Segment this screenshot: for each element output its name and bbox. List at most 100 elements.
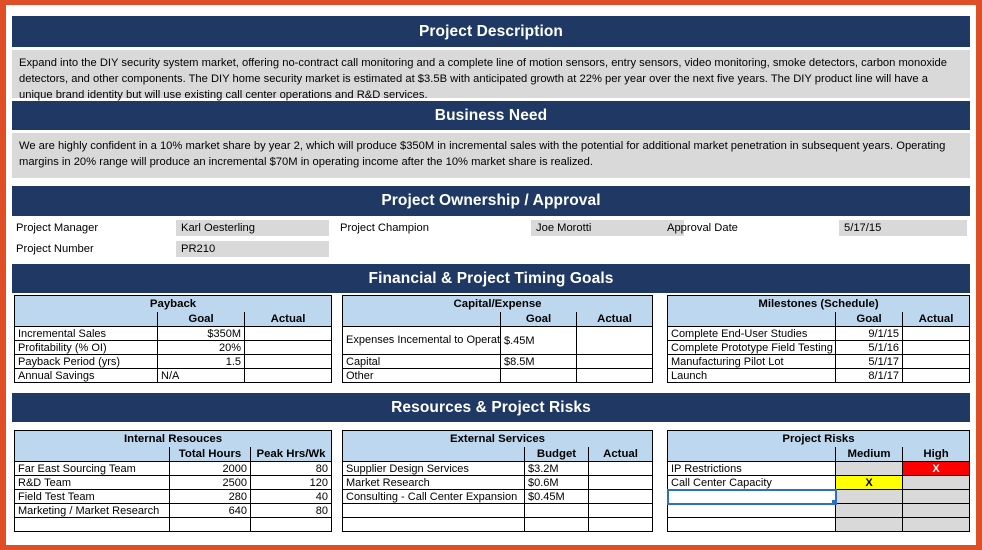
table-row: Far East Sourcing Team 2000 80 — [14, 461, 333, 476]
payback-row-actual[interactable] — [243, 326, 333, 341]
table-row — [14, 517, 333, 532]
table-row: Complete Prototype Field Testing 5/1/16 — [667, 340, 970, 355]
capital-row-label: Expenses Incemental to Operating Budget — [342, 326, 501, 355]
risks-row-medium[interactable] — [835, 503, 903, 518]
external-row-label[interactable] — [342, 503, 525, 518]
field-project-champion[interactable]: Joe Morotti — [531, 220, 684, 236]
table-row — [667, 517, 971, 532]
risks-row-high[interactable] — [901, 475, 971, 490]
capital-row-actual[interactable] — [575, 354, 654, 369]
external-row-budget[interactable]: $0.6M — [524, 475, 589, 490]
table-payback: Payback Goal Actual Incremental Sales $3… — [13, 295, 333, 383]
table-external-services: External Services Budget Actual Supplier… — [342, 430, 653, 532]
table-row: Payback Period (yrs) 1.5 — [14, 354, 333, 369]
payback-row-goal[interactable]: $350M — [157, 326, 245, 341]
payback-row-label: Annual Savings — [14, 368, 158, 383]
external-row-actual[interactable] — [588, 503, 653, 518]
field-project-manager[interactable]: Karl Oesterling — [176, 220, 329, 236]
milestones-row-goal[interactable]: 9/1/15 — [835, 326, 903, 341]
internal-row-total[interactable]: 2000 — [169, 461, 251, 476]
external-row-budget[interactable]: $0.45M — [524, 489, 589, 504]
payback-row-goal[interactable]: 20% — [157, 340, 245, 355]
milestones-row-goal[interactable]: 8/1/17 — [835, 368, 903, 383]
milestones-row-actual[interactable] — [902, 368, 970, 383]
capital-row-goal[interactable]: $8.5M — [500, 354, 577, 369]
milestones-row-label: Complete Prototype Field Testing — [667, 340, 836, 355]
table-row: Other — [342, 368, 654, 383]
table-row: Annual Savings N/A — [14, 368, 333, 383]
payback-row-goal[interactable]: 1.5 — [157, 354, 245, 369]
capital-row-goal[interactable] — [500, 368, 577, 383]
risks-row-medium[interactable] — [835, 517, 903, 532]
payback-row-actual[interactable] — [243, 368, 333, 383]
table-internal-resources-header-row: Total Hours Peak Hrs/Wk — [14, 446, 333, 462]
internal-row-label: Field Test Team — [14, 489, 170, 504]
capital-row-actual[interactable] — [575, 326, 654, 355]
milestones-row-actual[interactable] — [902, 354, 970, 369]
internal-row-total[interactable]: 2500 — [169, 475, 251, 490]
internal-row-label[interactable] — [14, 517, 170, 532]
payback-row-goal[interactable]: N/A — [157, 368, 245, 383]
external-row-label[interactable] — [342, 517, 525, 532]
payback-row-actual[interactable] — [243, 340, 333, 355]
risks-row-high[interactable] — [901, 489, 971, 504]
internal-row-peak[interactable]: 120 — [249, 475, 333, 490]
internal-row-total[interactable] — [169, 517, 251, 532]
table-row: Capital $8.5M — [342, 354, 654, 369]
external-row-budget[interactable]: $3.2M — [524, 461, 589, 476]
internal-row-total[interactable]: 280 — [169, 489, 251, 504]
internal-row-peak[interactable]: 40 — [249, 489, 333, 504]
milestones-row-goal[interactable]: 5/1/16 — [835, 340, 903, 355]
risks-row-medium[interactable] — [835, 489, 903, 504]
external-row-budget[interactable] — [524, 517, 589, 532]
milestones-row-goal[interactable]: 5/1/17 — [835, 354, 903, 369]
internal-col-peak-hours: Peak Hrs/Wk — [249, 446, 333, 462]
milestones-col-goal: Goal — [835, 311, 903, 327]
risks-row-high[interactable] — [901, 503, 971, 518]
field-project-number[interactable]: PR210 — [176, 241, 329, 257]
milestones-row-actual[interactable] — [902, 326, 970, 341]
external-row-actual[interactable] — [588, 461, 653, 476]
payback-row-label: Payback Period (yrs) — [14, 354, 158, 369]
risks-row-label-selected[interactable] — [666, 488, 837, 505]
table-row: Profitability (% OI) 20% — [14, 340, 333, 355]
capital-row-goal[interactable]: $.45M — [500, 326, 577, 355]
external-row-label: Market Research — [342, 475, 525, 490]
label-project-number: Project Number — [16, 243, 94, 255]
risks-col-blank — [667, 446, 836, 462]
risks-row-medium[interactable] — [835, 461, 903, 476]
table-row — [666, 488, 971, 505]
table-milestones-header-row: Goal Actual — [667, 311, 970, 327]
table-row: Market Research $0.6M — [342, 475, 653, 490]
table-row: Manufacturing Pilot Lot 5/1/17 — [667, 354, 970, 369]
field-approval-date[interactable]: 5/17/15 — [839, 220, 967, 236]
external-row-budget[interactable] — [524, 503, 589, 518]
risks-row-label[interactable] — [667, 517, 836, 532]
table-row: Consulting - Call Center Expansion $0.45… — [342, 489, 653, 504]
risks-row-high[interactable]: X — [901, 461, 971, 476]
internal-row-total[interactable]: 640 — [169, 503, 251, 518]
payback-row-actual[interactable] — [243, 354, 333, 369]
capital-row-label: Capital — [342, 354, 501, 369]
internal-row-peak[interactable]: 80 — [249, 461, 333, 476]
payback-row-label: Profitability (% OI) — [14, 340, 158, 355]
risks-row-label[interactable] — [667, 503, 836, 518]
external-row-actual[interactable] — [588, 475, 653, 490]
external-col-budget: Budget — [524, 446, 589, 462]
external-row-actual[interactable] — [588, 489, 653, 504]
internal-row-peak[interactable]: 80 — [249, 503, 333, 518]
milestones-row-actual[interactable] — [902, 340, 970, 355]
internal-row-label: Marketing / Market Research — [14, 503, 170, 518]
cell-fill-handle[interactable] — [831, 499, 835, 503]
risks-row-medium[interactable]: X — [835, 475, 903, 490]
table-row: Complete End-User Studies 9/1/15 — [667, 326, 970, 341]
table-payback-title: Payback — [13, 295, 333, 312]
external-row-label: Consulting - Call Center Expansion — [342, 489, 525, 504]
capital-row-actual[interactable] — [575, 368, 654, 383]
table-row: Launch 8/1/17 — [667, 368, 970, 383]
table-capital-expense-header-row: Goal Actual — [342, 311, 654, 327]
external-row-actual[interactable] — [588, 517, 653, 532]
risks-row-high[interactable] — [901, 517, 971, 532]
table-internal-resources: Internal Resouces Total Hours Peak Hrs/W… — [13, 430, 333, 532]
internal-row-peak[interactable] — [249, 517, 333, 532]
